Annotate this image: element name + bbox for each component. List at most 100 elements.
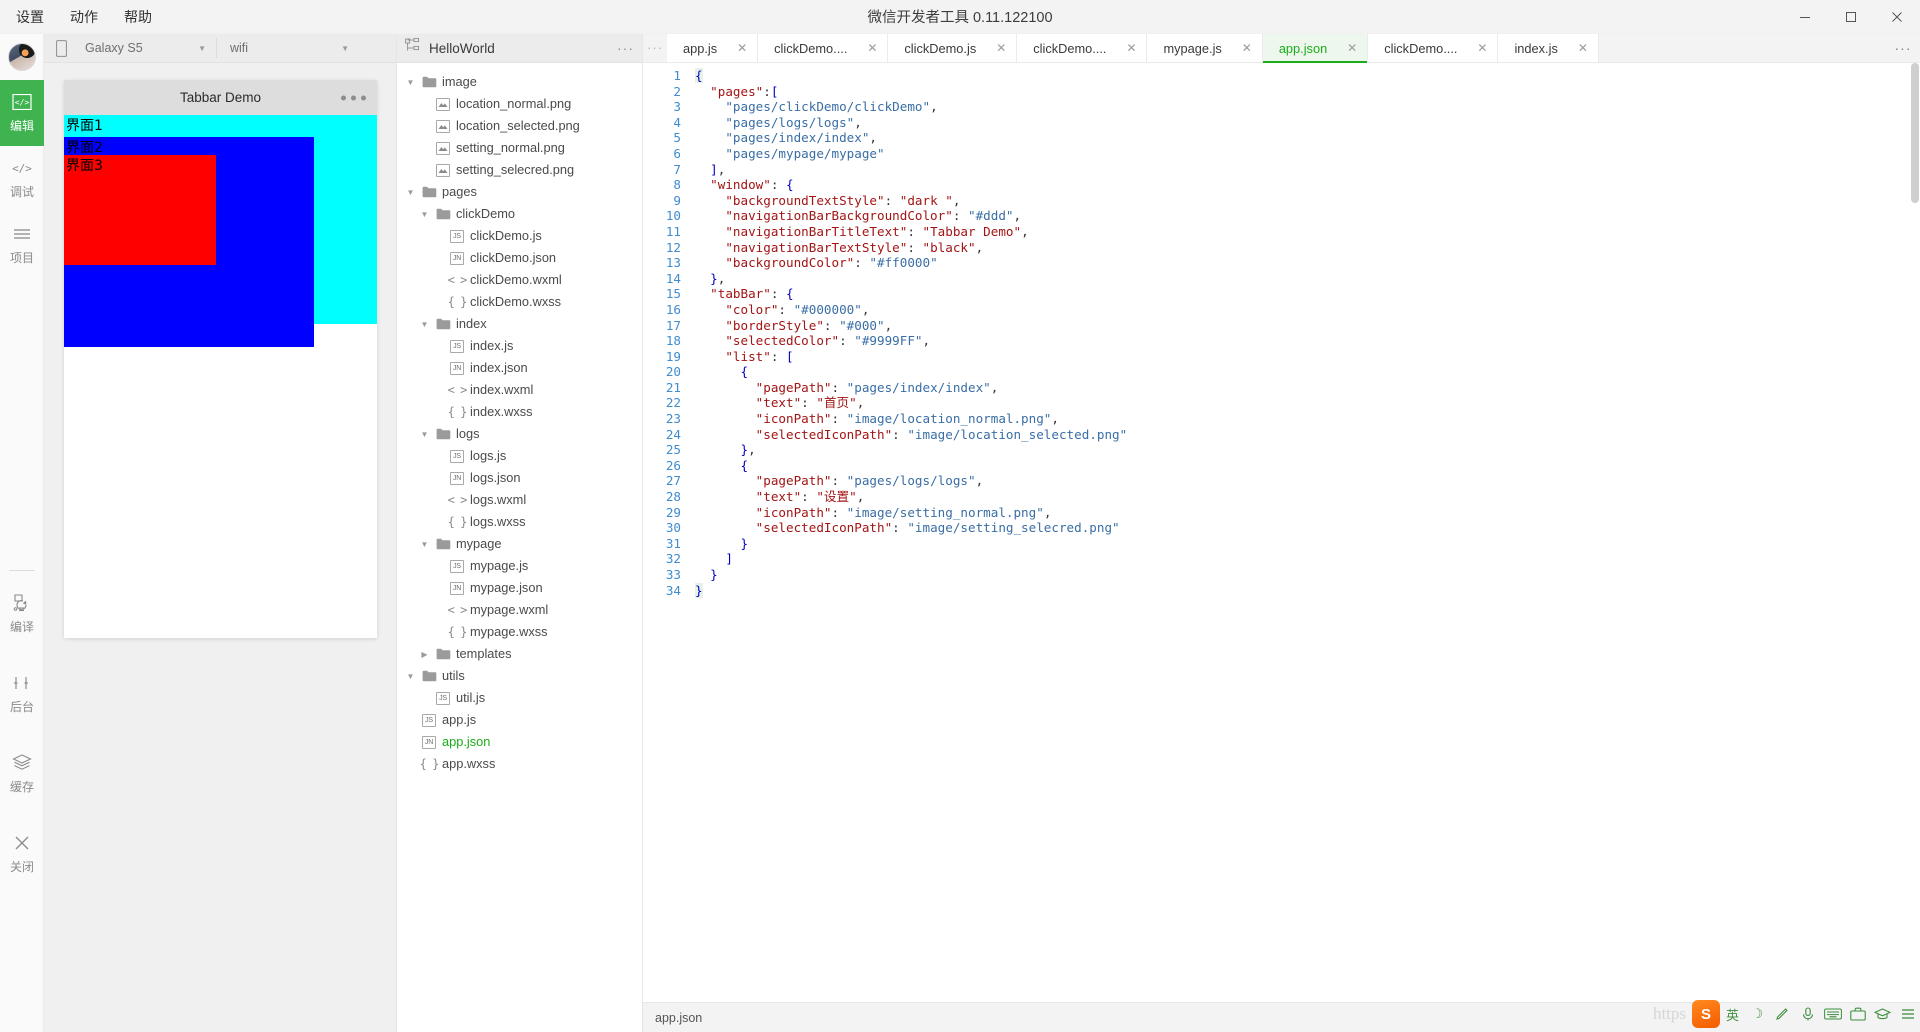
tree-item-util-js[interactable]: JS util.js (397, 687, 642, 709)
tree-item-mypage[interactable]: ▼ mypage (397, 533, 642, 555)
tree-item-image[interactable]: ▼ image (397, 71, 642, 93)
network-select[interactable]: wifi ▼ (221, 37, 355, 59)
menu-settings[interactable]: 设置 (14, 4, 46, 30)
cache-layers-icon (12, 753, 32, 773)
tree-item-clickDemo-wxss[interactable]: { } clickDemo.wxss (397, 291, 642, 313)
tree-item-clickDemo-js[interactable]: JS clickDemo.js (397, 225, 642, 247)
editor-tab-label: index.js (1514, 40, 1558, 56)
tree-item-logs-wxml[interactable]: < > logs.wxml (397, 489, 642, 511)
maximize-button[interactable] (1828, 0, 1874, 34)
ime-moon-icon[interactable]: ☽ (1745, 1000, 1770, 1028)
close-icon[interactable]: ✕ (727, 41, 757, 55)
phone-icon[interactable] (50, 37, 72, 59)
rail-item-close[interactable]: 关闭 (0, 821, 44, 887)
file-tree-list[interactable]: ▼ image location_normal.png location_select… (397, 63, 642, 775)
chevron-down-icon[interactable]: ▼ (405, 188, 416, 197)
tree-item-logs[interactable]: ▼ logs (397, 423, 642, 445)
editor-tab-mypage-js[interactable]: mypage.js ✕ (1147, 34, 1263, 62)
code-content[interactable]: { "pages":[ "pages/clickDemo/clickDemo",… (689, 63, 1920, 1002)
ime-menu-icon[interactable] (1895, 1000, 1920, 1028)
close-icon[interactable]: ✕ (1232, 41, 1262, 55)
editor-tabs[interactable]: app.js ✕ clickDemo.... ✕ clickDemo.js ✕ clickD… (667, 34, 1599, 63)
ime-keyboard-icon[interactable] (1820, 1000, 1845, 1028)
tree-item-setting_selecred-png[interactable]: setting_selecred.png (397, 159, 642, 181)
tree-item-logs-json[interactable]: JN logs.json (397, 467, 642, 489)
menu-actions[interactable]: 动作 (68, 4, 100, 30)
chevron-right-icon[interactable]: ▶ (419, 650, 430, 659)
tabs-overflow-icon[interactable]: ··· (1886, 34, 1920, 62)
chevron-down-icon[interactable]: ▼ (419, 540, 430, 549)
close-icon[interactable]: ✕ (1337, 41, 1367, 55)
rail-label-compile: 编译 (9, 620, 34, 634)
editor-tab-bar[interactable]: ··· app.js ✕ clickDemo.... ✕ clickDemo.js ✕ cl… (643, 34, 1920, 63)
tree-item-index-wxss[interactable]: { } index.wxss (397, 401, 642, 423)
ime-mic-icon[interactable] (1795, 1000, 1820, 1028)
ime-hat-icon[interactable] (1870, 1000, 1895, 1028)
chevron-down-icon[interactable]: ▼ (419, 320, 430, 329)
phone-menu-dots-icon[interactable] (341, 95, 366, 100)
editor-tab-app-js[interactable]: app.js ✕ (667, 34, 759, 62)
phone-simulator[interactable]: Tabbar Demo 界面1 界面2 界面3 (64, 80, 377, 638)
tree-item-templates[interactable]: ▶ templates (397, 643, 642, 665)
chevron-down-icon[interactable]: ▼ (419, 430, 430, 439)
rail-label-cache: 缓存 (9, 780, 34, 794)
editor-tab-clickDemo----[interactable]: clickDemo.... ✕ (1017, 34, 1148, 62)
ime-logo-icon[interactable]: S (1692, 1000, 1720, 1028)
js-file-icon: JS (449, 228, 465, 244)
rail-item-edit[interactable]: </> 编辑 (0, 80, 44, 146)
editor-tab-index-js[interactable]: index.js ✕ (1498, 34, 1599, 62)
rail-item-cache[interactable]: 缓存 (0, 741, 44, 807)
tree-item-mypage-json[interactable]: JN mypage.json (397, 577, 642, 599)
tree-item-app-json[interactable]: JN app.json (397, 731, 642, 753)
chevron-down-icon[interactable]: ▼ (405, 78, 416, 87)
tree-item-mypage-wxss[interactable]: { } mypage.wxss (397, 621, 642, 643)
close-icon[interactable]: ✕ (1116, 41, 1146, 55)
close-icon[interactable]: ✕ (857, 41, 887, 55)
ime-toolbar[interactable]: https S 英 ☽ (1653, 996, 1920, 1032)
tree-item-clickDemo[interactable]: ▼ clickDemo (397, 203, 642, 225)
tree-item-location_selected-png[interactable]: location_selected.png (397, 115, 642, 137)
rail-item-compile[interactable]: 编译 (0, 581, 44, 647)
tabs-scroll-left-icon[interactable]: ··· (643, 34, 667, 62)
menu-help[interactable]: 帮助 (122, 4, 154, 30)
tree-item-app-wxss[interactable]: { } app.wxss (397, 753, 642, 775)
editor-vertical-scrollbar[interactable] (1911, 63, 1919, 203)
tree-item-index-js[interactable]: JS index.js (397, 335, 642, 357)
editor-tab-clickDemo-js[interactable]: clickDemo.js ✕ (888, 34, 1018, 62)
editor-tab-app-json[interactable]: app.json ✕ (1262, 34, 1369, 63)
code-editor[interactable]: 1 2 3 4 5 6 7 8 9 10 11 12 13 14 15 16 17 18 19 20 21 22 23 24 2… (643, 63, 1920, 1002)
phone-viewport[interactable]: 界面1 界面2 界面3 (64, 115, 377, 638)
tree-item-utils[interactable]: ▼ utils (397, 665, 642, 687)
chevron-down-icon[interactable]: ▼ (405, 672, 416, 681)
close-button[interactable] (1874, 0, 1920, 34)
ime-lang-english[interactable]: 英 (1720, 1000, 1745, 1028)
tree-item-index[interactable]: ▼ index (397, 313, 642, 335)
tree-item-mypage-wxml[interactable]: < > mypage.wxml (397, 599, 642, 621)
tree-item-location_normal-png[interactable]: location_normal.png (397, 93, 642, 115)
rail-item-debug[interactable]: </> 调试 (0, 146, 44, 212)
ime-toolbox-icon[interactable] (1845, 1000, 1870, 1028)
tree-item-clickDemo-json[interactable]: JN clickDemo.json (397, 247, 642, 269)
rail-item-background[interactable]: 后台 (0, 661, 44, 727)
ime-pen-icon[interactable] (1770, 1000, 1795, 1028)
close-icon[interactable]: ✕ (1568, 41, 1598, 55)
editor-tab-clickDemo----[interactable]: clickDemo.... ✕ (758, 34, 889, 62)
tree-item-app-js[interactable]: JS app.js (397, 709, 642, 731)
close-icon[interactable]: ✕ (1467, 41, 1497, 55)
more-horizontal-icon[interactable]: ··· (617, 41, 634, 55)
chevron-down-icon[interactable]: ▼ (419, 210, 430, 219)
tree-item-setting_normal-png[interactable]: setting_normal.png (397, 137, 642, 159)
editor-tab-clickDemo----[interactable]: clickDemo.... ✕ (1368, 34, 1499, 62)
rail-item-project[interactable]: 项目 (0, 212, 44, 278)
tree-item-pages[interactable]: ▼ pages (397, 181, 642, 203)
minimize-button[interactable] (1782, 0, 1828, 34)
tree-item-clickDemo-wxml[interactable]: < > clickDemo.wxml (397, 269, 642, 291)
user-avatar[interactable] (0, 34, 44, 80)
device-select[interactable]: Galaxy S5 ▼ (76, 37, 212, 59)
tree-item-mypage-js[interactable]: JS mypage.js (397, 555, 642, 577)
tree-item-logs-js[interactable]: JS logs.js (397, 445, 642, 467)
close-icon[interactable]: ✕ (986, 41, 1016, 55)
tree-item-index-json[interactable]: JN index.json (397, 357, 642, 379)
tree-item-index-wxml[interactable]: < > index.wxml (397, 379, 642, 401)
tree-item-logs-wxss[interactable]: { } logs.wxss (397, 511, 642, 533)
